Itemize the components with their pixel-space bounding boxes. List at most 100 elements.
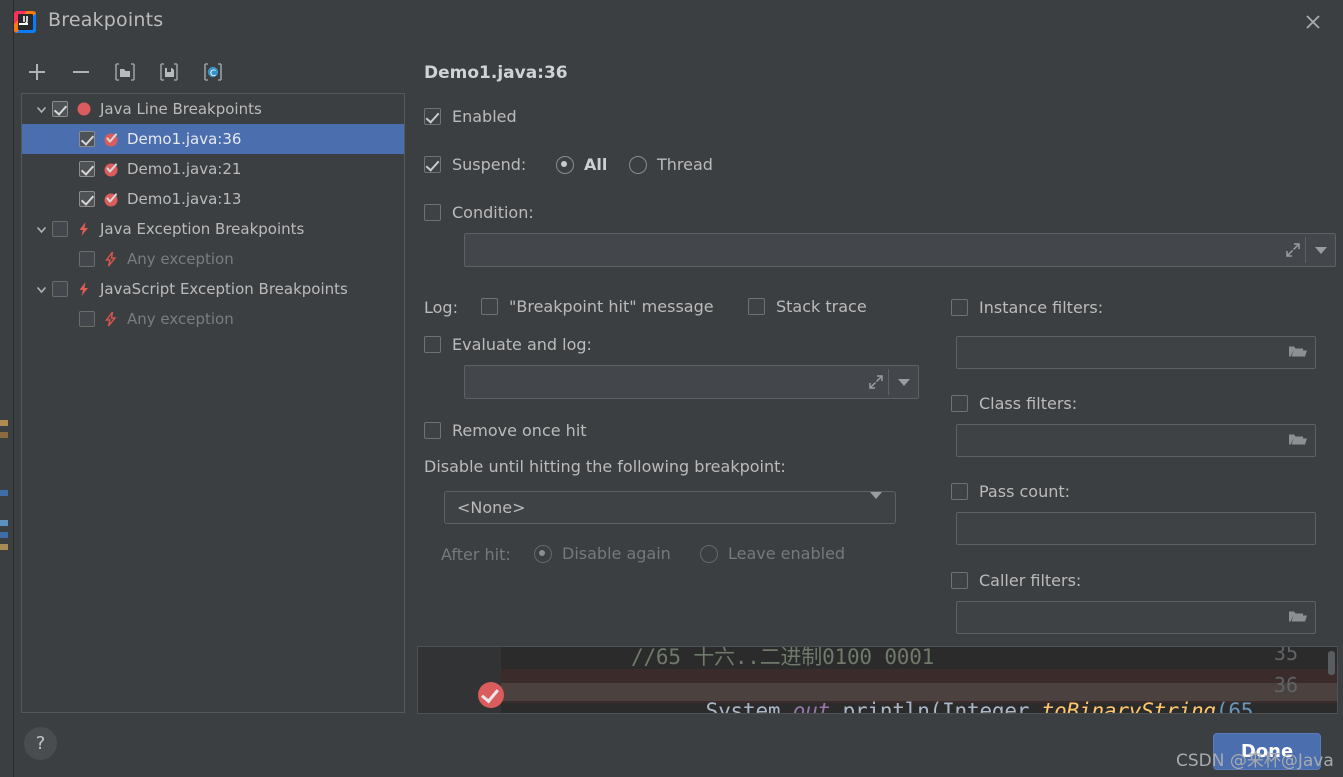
tree-row[interactable]: Java Exception Breakpoints (22, 214, 404, 244)
chevron-down-icon[interactable] (30, 283, 52, 296)
remove-once-hit-label: Remove once hit (452, 421, 587, 440)
tree-row-label: Demo1.java:36 (127, 130, 242, 148)
after-hit-disable-again-option[interactable]: Disable again (534, 544, 671, 563)
code-token-arg: (65 (1215, 699, 1254, 714)
tree-row[interactable]: JavaScript Exception Breakpoints (22, 274, 404, 304)
log-stacktrace-checkbox[interactable] (748, 298, 765, 315)
caller-filters-checkbox[interactable] (951, 572, 968, 589)
breakpoint-verified-icon[interactable] (478, 682, 504, 708)
after-hit-disable-again-radio[interactable] (534, 544, 552, 563)
add-breakpoint-button[interactable] (24, 59, 50, 85)
instance-filters-row[interactable]: Instance filters: (951, 298, 1103, 317)
tree-row[interactable]: Demo1.java:13 (22, 184, 404, 214)
instance-filters-input[interactable] (956, 336, 1316, 369)
suspend-label: Suspend: (452, 155, 527, 174)
condition-label: Condition: (452, 203, 534, 222)
suspend-all-radio[interactable] (556, 155, 574, 174)
tree-row-label: JavaScript Exception Breakpoints (100, 280, 348, 298)
open-folder-icon[interactable] (1288, 431, 1307, 450)
tree-row-checkbox[interactable] (52, 101, 68, 117)
tree-row-checkbox[interactable] (79, 161, 95, 177)
log-message-label: "Breakpoint hit" message (509, 297, 714, 316)
class-filters-input[interactable] (956, 424, 1316, 457)
line-number-above: 35 (1273, 646, 1298, 665)
export-breakpoints-button[interactable] (156, 59, 182, 85)
close-icon[interactable] (1297, 6, 1329, 38)
pass-count-row[interactable]: Pass count: (951, 482, 1070, 501)
breakpoint-details-pane: Demo1.java:36 Enabled Suspend: All Threa… (424, 60, 1336, 660)
editor-scrollbar[interactable] (1328, 651, 1335, 675)
suspend-row[interactable]: Suspend: (424, 155, 526, 174)
background-editor-strip (0, 0, 13, 777)
chevron-down-icon[interactable] (30, 223, 52, 236)
condition-checkbox[interactable] (424, 204, 441, 221)
expand-editor-icon[interactable] (868, 374, 884, 390)
lightning-icon (76, 220, 96, 238)
remove-once-hit-row[interactable]: Remove once hit (424, 421, 587, 440)
tree-row-checkbox[interactable] (79, 131, 95, 147)
caller-filters-row[interactable]: Caller filters: (951, 571, 1081, 590)
tree-row[interactable]: Demo1.java:21 (22, 154, 404, 184)
enabled-checkbox[interactable] (424, 108, 441, 125)
tree-row-checkbox[interactable] (79, 251, 95, 267)
after-hit-leave-enabled-radio[interactable] (700, 544, 718, 563)
tree-row-label: Demo1.java:21 (127, 160, 242, 178)
tree-row-label: Java Line Breakpoints (100, 100, 262, 118)
suspend-thread-radio[interactable] (629, 155, 647, 174)
marker-stripe (0, 490, 8, 496)
evaluate-and-log-label: Evaluate and log: (452, 335, 592, 354)
condition-history-dropdown[interactable] (1306, 234, 1335, 266)
chevron-down-icon[interactable] (30, 103, 52, 116)
tree-row-checkbox[interactable] (52, 281, 68, 297)
suspend-thread-option[interactable]: Thread (629, 155, 713, 174)
tree-row-checkbox[interactable] (79, 191, 95, 207)
enabled-row[interactable]: Enabled (424, 107, 517, 126)
tree-row[interactable]: Any exception (22, 304, 404, 334)
breakpoints-tree[interactable]: Java Line Breakpoints Demo1.java:36 Demo1.… (21, 93, 405, 713)
log-stacktrace-row[interactable]: Stack trace (748, 297, 867, 316)
enabled-label: Enabled (452, 107, 517, 126)
lightning-muted-icon (103, 310, 123, 328)
open-folder-icon[interactable] (1288, 343, 1307, 362)
breakpoint-verified-icon (103, 130, 123, 148)
logo-inner-text: IJ (18, 14, 33, 30)
marker-stripe (0, 544, 8, 550)
import-breakpoints-button[interactable] (112, 59, 138, 85)
group-breakpoints-button[interactable]: C (200, 59, 226, 85)
tree-row[interactable]: Java Line Breakpoints (22, 94, 404, 124)
tree-row[interactable]: Demo1.java:36 (22, 124, 404, 154)
caller-filters-input[interactable] (956, 601, 1316, 634)
log-message-row[interactable]: "Breakpoint hit" message (481, 297, 714, 316)
after-hit-leave-enabled-option[interactable]: Leave enabled (700, 544, 845, 563)
evaluate-and-log-row[interactable]: Evaluate and log: (424, 335, 592, 354)
expand-editor-icon[interactable] (1285, 242, 1301, 258)
class-filters-checkbox[interactable] (951, 395, 968, 412)
condition-row[interactable]: Condition: (424, 203, 534, 222)
lightning-muted-icon (103, 250, 123, 268)
evaluate-and-log-input[interactable] (464, 365, 919, 399)
suspend-checkbox[interactable] (424, 156, 441, 173)
open-folder-icon[interactable] (1288, 608, 1307, 627)
code-token-println: .println(Integer. (830, 699, 1042, 714)
tree-row-checkbox[interactable] (79, 311, 95, 327)
chevron-down-icon (1314, 246, 1327, 254)
remove-once-hit-checkbox[interactable] (424, 422, 441, 439)
evaluate-and-log-history-dropdown[interactable] (889, 366, 918, 398)
class-filters-row[interactable]: Class filters: (951, 394, 1077, 413)
tree-row-checkbox[interactable] (52, 221, 68, 237)
pass-count-checkbox[interactable] (951, 483, 968, 500)
condition-input[interactable] (464, 233, 1336, 267)
instance-filters-checkbox[interactable] (951, 299, 968, 316)
help-button[interactable]: ? (24, 727, 57, 760)
class-filters-label: Class filters: (979, 394, 1078, 413)
evaluate-and-log-checkbox[interactable] (424, 336, 441, 353)
log-message-checkbox[interactable] (481, 298, 498, 315)
pass-count-input[interactable] (956, 512, 1316, 545)
chevron-down-icon (870, 491, 882, 517)
remove-breakpoint-button[interactable] (68, 59, 94, 85)
disable-until-select[interactable]: <None> (444, 491, 896, 524)
tree-row[interactable]: Any exception (22, 244, 404, 274)
svg-text:C: C (210, 69, 216, 79)
suspend-all-option[interactable]: All (556, 155, 607, 174)
breakpoint-verified-icon (103, 160, 123, 178)
